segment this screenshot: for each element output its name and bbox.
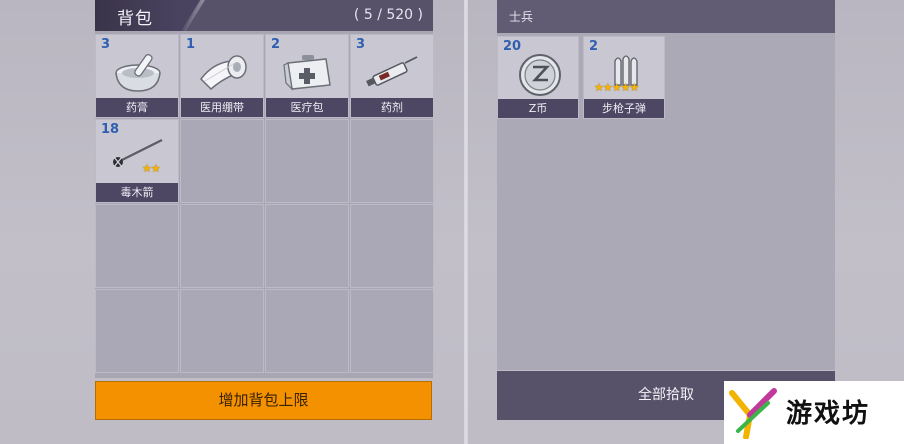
syringe-icon [366,56,418,87]
stylized-y-logo-icon [729,388,777,439]
empty-slot[interactable] [350,119,434,203]
backpack-slot-ointment[interactable]: 3 药膏 [95,34,179,118]
rarity-stars: ★★ [142,162,161,175]
empty-slot[interactable] [265,289,349,373]
item-count: 2 [589,39,599,54]
backpack-header: 背包 ( 5 / 520 ) [95,0,433,31]
empty-slot[interactable] [350,289,434,373]
mortar-pestle-icon [115,53,161,92]
backpack-title: 背包 [117,9,153,29]
item-count: 3 [101,37,111,52]
backpack-slot-medical-kit[interactable]: 2 医疗包 [265,34,349,118]
watermark: 游戏坊 [724,381,904,444]
item-label: 毒木箭 [96,183,178,202]
backpack-panel: 背包 ( 5 / 520 ) 3 药膏 1 医用绷带 2 医疗包 3 药剂 18… [95,0,434,378]
backpack-capacity: ( 5 / 520 ) [353,7,423,23]
item-count: 2 [271,37,281,52]
loot-source-title: 士兵 [509,10,534,24]
panel-divider [464,0,468,444]
item-label: 医用绷带 [181,98,263,117]
item-label: 步枪子弹 [584,99,664,118]
empty-slot[interactable] [95,289,179,373]
empty-slot[interactable] [265,119,349,203]
backpack-slot-potion[interactable]: 3 药剂 [350,34,434,118]
loot-slot-z-coin[interactable]: 20 Z币 [497,36,579,119]
loot-header: 士兵 [497,0,835,33]
empty-slot[interactable] [350,204,434,288]
empty-slot[interactable] [95,204,179,288]
item-label: Z币 [498,99,578,118]
item-label: 药膏 [96,98,178,117]
bandage-roll-icon [200,55,247,91]
watermark-text: 游戏坊 [786,399,871,429]
empty-slot[interactable] [180,204,264,288]
backpack-grid: 3 药膏 1 医用绷带 2 医疗包 3 药剂 18 ★★ 毒木箭 [95,34,434,378]
empty-slot[interactable] [265,204,349,288]
item-label: 药剂 [351,98,433,117]
item-label: 医疗包 [266,98,348,117]
loot-panel: 士兵 20 Z币 2 ★★★★★ 步枪子弹 [497,0,835,370]
backpack-slot-bandage[interactable]: 1 医用绷带 [180,34,264,118]
medical-kit-icon [283,55,331,91]
rarity-stars: ★★★★★ [594,81,639,94]
item-count: 3 [356,37,366,52]
item-count: 1 [186,37,196,52]
loot-slot-rifle-bullets[interactable]: 2 ★★★★★ 步枪子弹 [583,36,665,119]
expand-backpack-button[interactable]: 增加背包上限 [95,381,432,420]
empty-slot[interactable] [180,289,264,373]
z-coin-icon [519,54,561,96]
empty-slot[interactable] [180,119,264,203]
loot-grid: 20 Z币 2 ★★★★★ 步枪子弹 [497,36,665,119]
backpack-slot-poison-arrow[interactable]: 18 ★★ 毒木箭 [95,119,179,203]
